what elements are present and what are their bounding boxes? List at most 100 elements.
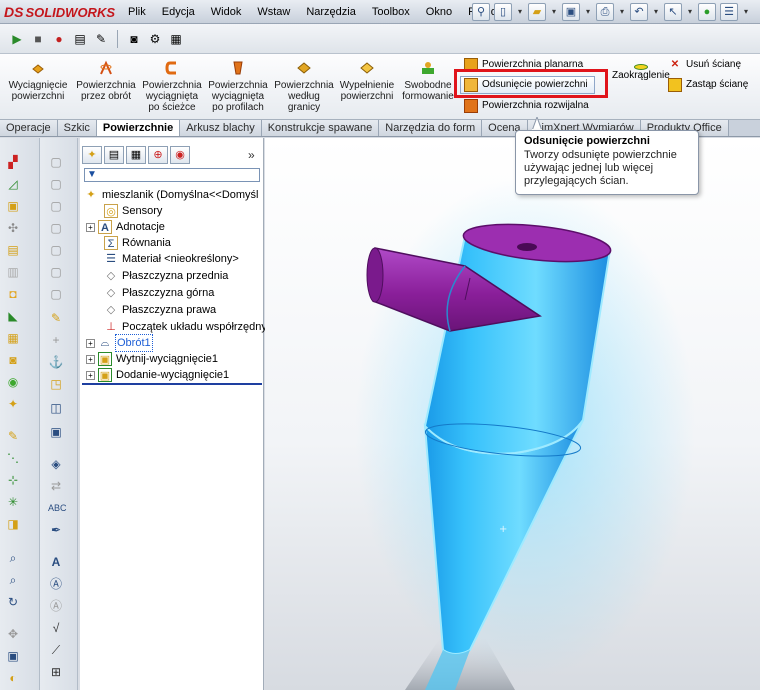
tab-weldments[interactable]: Konstrukcje spawane [261,120,380,136]
stop-icon[interactable]: ■ [29,30,47,48]
tab-sketch[interactable]: Szkic [57,120,97,136]
tab-surfaces[interactable]: Powierzchnie [96,120,181,136]
tab-sheet-metal[interactable]: Arkusz blachy [180,120,262,136]
play-icon[interactable]: ▶ [8,30,26,48]
tree-item-sensors[interactable]: ◎ Sensory [92,203,162,219]
revolved-boss-icon[interactable]: ✣ [5,220,21,236]
macro-edit-icon[interactable]: ✎ [92,30,110,48]
tree-item-cut-extrude1[interactable]: + ▣ Wytnij-wyciągnięcie1 [86,351,218,367]
tree-item-revolve1[interactable]: + ⌓ Obrót1 [86,334,153,352]
chevron-down-icon[interactable]: ▾ [652,3,660,21]
tree-root-part[interactable]: ✦ mieszlanik (Domyślna<<Domyśl [84,187,258,203]
view-cube-icon[interactable]: ▣ [48,424,64,440]
tree-item-right-plane[interactable]: ◇ Płaszczyzna prawa [92,302,216,318]
add-in-icon[interactable]: ▦ [167,30,185,48]
shell-icon[interactable]: ▦ [5,330,21,346]
traffic-light-icon[interactable]: ● [698,3,716,21]
extrude-surface-button[interactable]: Wyciągnięcie powierzchni [4,60,72,102]
datum-icon[interactable]: ⊞ [48,664,64,680]
outlet-hole[interactable] [517,243,537,251]
feature-placeholder-icon[interactable]: ▢ [48,264,64,280]
expand-icon[interactable]: + [86,370,95,380]
menu-toolbox[interactable]: Toolbox [364,0,418,24]
dimension-tag-icon[interactable]: ◈ [48,456,64,472]
sketch-edit-icon[interactable]: ✎ [48,310,64,326]
property-manager-tab[interactable]: ▤ [104,146,124,164]
revolve-surface-button[interactable]: Powierzchnia przez obrót [74,60,138,102]
feature-placeholder-icon[interactable]: ▢ [48,242,64,258]
zoom-fit-icon[interactable]: ⌕ [5,550,21,566]
display-style-icon[interactable]: ◐ [5,670,21,686]
tab-features[interactable]: Operacje [0,120,58,136]
fillet-feature-icon[interactable]: ◘ [5,286,21,302]
menu-window[interactable]: Okno [418,0,460,24]
menu-edit[interactable]: Edycja [154,0,203,24]
tree-item-origin[interactable]: ⊥ Początek układu współrzędny [92,319,267,335]
weld-symbol-icon[interactable]: ⟋ [48,642,64,658]
rollback-bar[interactable] [82,383,262,385]
pan-icon[interactable]: ✥ [5,626,21,642]
tab-mold-tools[interactable]: Narzędzia do form [379,120,483,136]
options-icon[interactable]: ☰ [720,3,738,21]
chevron-down-icon[interactable]: ▾ [686,3,694,21]
loft-surface-button[interactable]: Powierzchnia wyciągnięta po profilach [206,60,270,113]
delete-face-button[interactable]: ✕ Usuń ścianę [668,56,741,74]
open-folder-icon[interactable]: ▰ [528,3,546,21]
wrap-icon[interactable]: ◙ [5,352,21,368]
chevron-down-icon[interactable]: ▾ [550,3,558,21]
reference-geometry-icon[interactable]: ✦ [5,396,21,412]
display-manager-tab[interactable]: ◉ [170,146,190,164]
spline-icon[interactable]: ✳ [5,494,21,510]
solidworks-logo[interactable]: DS SOLIDWORKS [4,3,115,21]
tree-item-top-plane[interactable]: ◇ Płaszczyzna górna [92,285,215,301]
tree-item-material[interactable]: ☰ Materiał <nieokreślony> [92,251,239,267]
format-painter-icon[interactable]: ✒ [48,522,64,538]
macro-new-icon[interactable]: ▤ [71,30,89,48]
rib-icon[interactable]: ◣ [5,308,21,324]
chevron-down-icon[interactable]: ▾ [516,3,524,21]
surface-finish-icon[interactable]: √ [48,620,64,636]
swept-boss-icon[interactable]: ▤ [5,242,21,258]
undo-icon[interactable]: ↶ [630,3,648,21]
menu-file[interactable]: Plik [120,0,154,24]
cyclone-separator-model[interactable]: + [265,138,760,690]
fillet-button[interactable]: Zaokrąglenie [612,64,670,82]
camera-icon[interactable]: ◙ [125,30,143,48]
note-icon[interactable]: Ⓐ [48,576,64,592]
dimxpert-manager-tab[interactable]: ⊕ [148,146,168,164]
configuration-manager-tab[interactable]: ▦ [126,146,146,164]
dome-icon[interactable]: ◉ [5,374,21,390]
feature-placeholder-icon[interactable]: ▢ [48,154,64,170]
zoom-area-icon[interactable]: ⌕ [5,572,21,588]
customize-icon[interactable]: ⚙ [146,30,164,48]
feature-placeholder-icon[interactable]: ▢ [48,286,64,302]
record-pause-icon[interactable]: ● [50,30,68,48]
chamfer-icon[interactable]: ◳ [48,376,64,392]
line-icon[interactable]: ✎ [5,428,21,444]
menu-insert[interactable]: Wstaw [249,0,298,24]
freeform-button[interactable]: Swobodne formowanie [400,60,456,102]
new-document-icon[interactable]: ▯ [494,3,512,21]
expand-icon[interactable]: + [86,222,95,232]
chevron-down-icon[interactable]: ▾ [584,3,592,21]
rotate-view-icon[interactable]: ↻ [5,594,21,610]
tree-item-front-plane[interactable]: ◇ Płaszczyzna przednia [92,268,229,284]
more-tabs-icon[interactable]: » [248,148,255,162]
view-orientation-icon[interactable]: ▣ [5,648,21,664]
fill-surface-button[interactable]: Wypełnienie powierzchni [337,60,397,102]
expand-icon[interactable]: + [86,354,95,364]
expand-icon[interactable]: + [86,338,95,348]
centerline-icon[interactable]: ⋱ [5,450,21,466]
replace-face-button[interactable]: Zastąp ścianę [668,76,748,94]
pin-icon[interactable]: ⚲ [472,3,490,21]
feature-placeholder-icon[interactable]: ▢ [48,176,64,192]
plus-icon[interactable]: + [48,332,64,348]
lofted-boss-icon[interactable]: ▥ [5,264,21,280]
spelling-icon[interactable]: ABC [48,500,67,516]
smart-dimension-icon[interactable]: ◿ [5,176,21,192]
move-icon[interactable]: ⇄ [48,478,64,494]
select-cursor-icon[interactable]: ↖ [664,3,682,21]
print-icon[interactable]: ⎙ [596,3,614,21]
chevron-down-icon[interactable]: ▾ [742,3,750,21]
extruded-boss-icon[interactable]: ▣ [5,198,21,214]
